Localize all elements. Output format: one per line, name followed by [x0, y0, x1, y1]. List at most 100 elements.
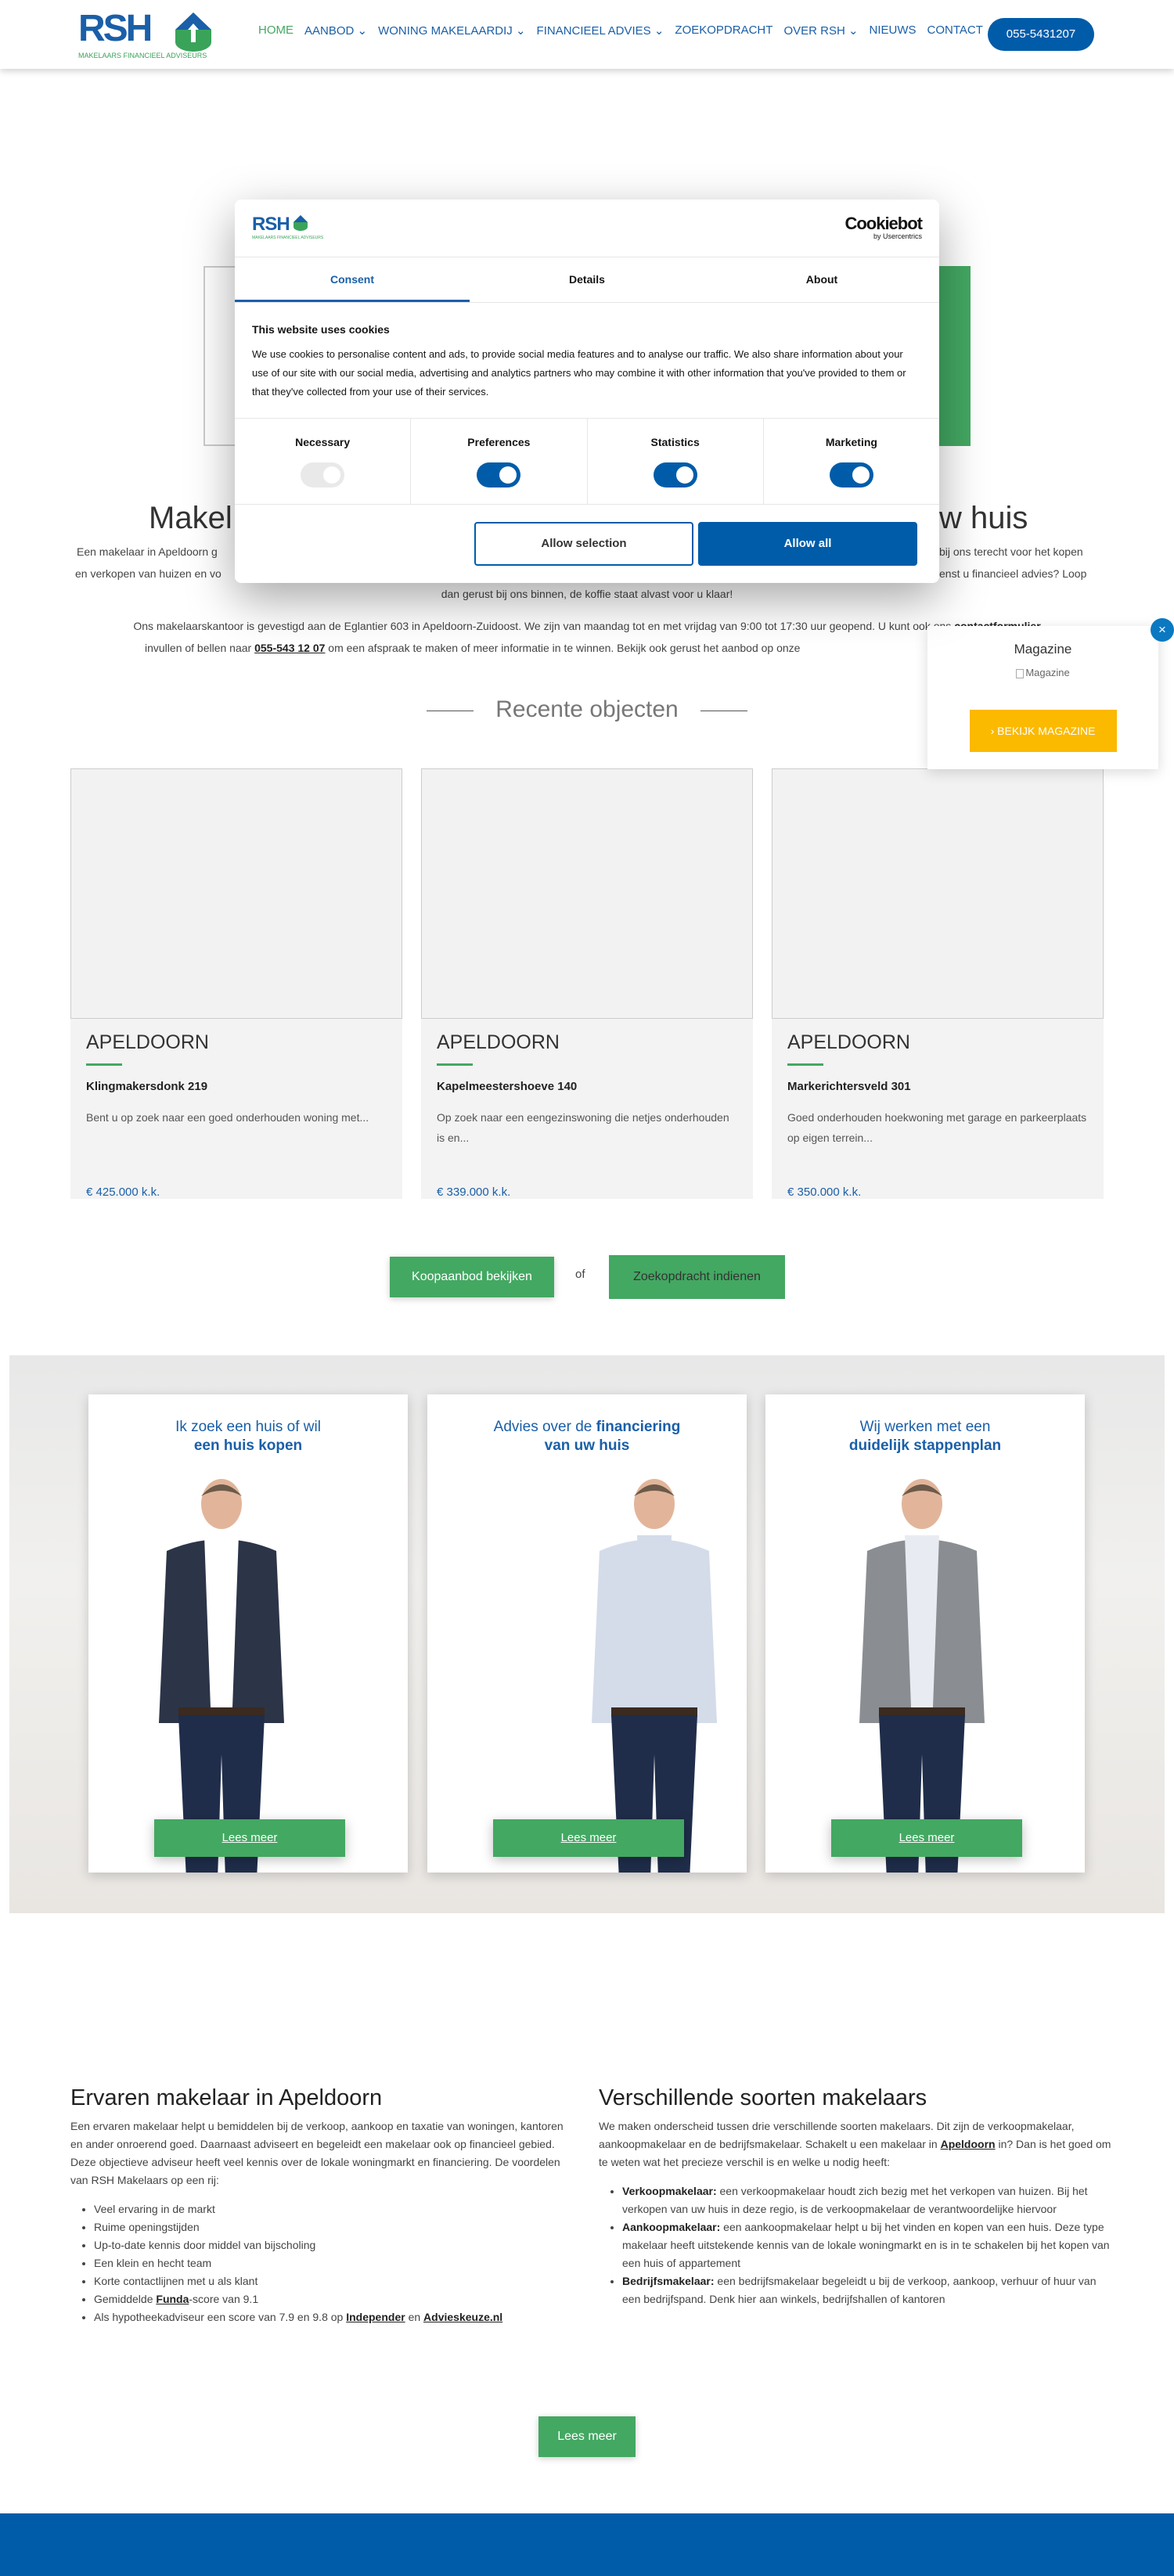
service-title: Ik zoek een huis of wil een huis kopen — [88, 1418, 408, 1455]
service-title: Advies over de financiering van uw huis — [427, 1418, 747, 1455]
list-item: Veel ervaring in de markt — [94, 2200, 571, 2218]
list-item: Als hypotheekadviseur een score van 7.9 … — [94, 2308, 571, 2326]
read-more-button[interactable]: Lees meer — [831, 1819, 1022, 1857]
magazine-widget: Magazine Magazine › BEKIJK MAGAZINE — [927, 626, 1158, 769]
hero-title-left: Makel — [149, 501, 232, 535]
category-label: Preferences — [467, 436, 531, 448]
read-more-button[interactable]: Lees meer — [154, 1819, 345, 1857]
hero-text: Een makelaar in Apeldoorn g — [77, 545, 218, 558]
listing-description: Op zoek naar een eengezinswoning die net… — [437, 1111, 729, 1144]
listing-address[interactable]: Markerichtersveld 301 — [787, 1080, 1088, 1093]
listing-description: Bent u op zoek naar een goed onderhouden… — [86, 1111, 369, 1124]
or-label: of — [575, 1268, 585, 1281]
tab-about[interactable]: About — [704, 257, 939, 302]
dialog-tabs: Consent Details About — [235, 257, 939, 303]
submit-search-button[interactable]: Zoekopdracht indienen — [609, 1255, 785, 1299]
text: Gemiddelde — [94, 2293, 157, 2305]
phone-link[interactable]: 055-543 12 07 — [254, 642, 325, 654]
rsh-logo[interactable]: RSH MAKELAARS FINANCIEEL ADVISEURS — [78, 8, 215, 63]
logo-text: RSH — [252, 214, 290, 235]
nav-item[interactable]: FINANCIEEL ADVIES ⌄ — [537, 23, 664, 38]
toggle-switch[interactable] — [477, 462, 521, 487]
hero-text: enst u financieel advies? Loop — [939, 567, 1087, 580]
person-photo — [859, 1479, 985, 1873]
list-item: Verkoopmakelaar: een verkoopmakelaar hou… — [622, 2182, 1111, 2218]
tab-details[interactable]: Details — [470, 257, 704, 302]
person-photo — [159, 1479, 284, 1873]
nav-item[interactable]: WONING MAKELAARDIJ ⌄ — [378, 23, 525, 38]
nav-item[interactable]: NIEUWS — [870, 23, 917, 38]
paragraph: We maken onderscheid tussen drie verschi… — [599, 2117, 1111, 2171]
list-item: Aankoopmakelaar: een aankoopmakelaar hel… — [622, 2218, 1111, 2272]
close-icon[interactable]: × — [1151, 618, 1174, 642]
tab-consent[interactable]: Consent — [235, 257, 470, 302]
cookiebot-logo[interactable]: Cookiebot by Usercentrics — [844, 214, 923, 241]
benefits-list: Veel ervaring in de marktRuime openingst… — [94, 2200, 571, 2326]
listing-address[interactable]: Klingmakersdonk 219 — [86, 1080, 387, 1093]
text: Ik zoek een huis of wil — [175, 1419, 321, 1435]
text: en — [405, 2311, 424, 2323]
hero-accent — [939, 266, 971, 446]
divider — [86, 1063, 122, 1066]
brand: Cookiebot — [844, 214, 923, 233]
listing-card[interactable]: APELDOORN Klingmakersdonk 219 Bent u op … — [70, 768, 402, 1199]
category-label: Necessary — [295, 436, 351, 448]
term: Verkoopmakelaar: — [622, 2185, 717, 2197]
independer-link[interactable]: Independer — [346, 2311, 405, 2323]
hero-title-right: w huis — [939, 501, 1028, 535]
listing-card[interactable]: APELDOORN Kapelmeestershoeve 140 Op zoek… — [421, 768, 753, 1199]
dialog-buttons: Allow selection Allow all — [474, 522, 917, 566]
allow-all-button[interactable]: Allow all — [698, 522, 917, 566]
magazine-image: Magazine — [927, 667, 1158, 678]
house-logo-icon — [294, 215, 308, 231]
listing-card[interactable]: APELDOORN Markerichtersveld 301 Goed ond… — [772, 768, 1104, 1199]
category-statistics: Statistics — [588, 419, 764, 504]
advieskeuze-link[interactable]: Advieskeuze.nl — [423, 2311, 502, 2323]
view-listings-button[interactable]: Koopaanbod bekijken — [390, 1257, 554, 1297]
hero-text: en verkopen van huizen en vo — [75, 567, 221, 580]
text: duidelijk stappenplan — [848, 1437, 1002, 1454]
button-label: BEKIJK MAGAZINE — [997, 725, 1096, 737]
listing-price: € 425.000 k.k. — [86, 1185, 160, 1199]
nav-item[interactable]: OVER RSH ⌄ — [783, 23, 858, 38]
text: -score van 9.1 — [189, 2293, 259, 2305]
heading-text: Recente objecten — [495, 696, 679, 722]
text: om een afspraak te maken of meer informa… — [325, 642, 801, 654]
nav-item[interactable]: CONTACT — [927, 23, 983, 38]
info-left: Ervaren makelaar in Apeldoorn Een ervare… — [70, 2085, 571, 2326]
list-item: Ruime openingstijden — [94, 2218, 571, 2236]
toggle-switch[interactable] — [653, 462, 697, 487]
hero-text: bij ons terecht voor het kopen — [939, 545, 1083, 558]
section-title: Ervaren makelaar in Apeldoorn — [70, 2085, 383, 2110]
nav-item[interactable]: HOME — [258, 23, 294, 38]
types-list: Verkoopmakelaar: een verkoopmakelaar hou… — [622, 2182, 1111, 2308]
read-more-button[interactable]: Lees meer — [493, 1819, 684, 1857]
dialog-body: This website uses cookies We use cookies… — [235, 303, 939, 419]
hero-text: dan gerust bij ons binnen, de koffie sta… — [441, 588, 733, 600]
magazine-title: Magazine — [1014, 642, 1072, 657]
apeldoorn-link[interactable]: Apeldoorn — [941, 2138, 996, 2150]
text: financiering — [596, 1419, 681, 1435]
read-more-button[interactable]: Lees meer — [538, 2416, 636, 2457]
view-magazine-button[interactable]: › BEKIJK MAGAZINE — [969, 710, 1117, 752]
list-item: Een klein en hecht team — [94, 2254, 571, 2272]
nav-item[interactable]: AANBOD ⌄ — [304, 23, 367, 38]
logo-sub: MAKELAARS FINANCIEEL ADVISEURS — [252, 236, 324, 240]
term: Aankoopmakelaar: — [622, 2221, 721, 2233]
dialog-heading: This website uses cookies — [252, 323, 390, 336]
phone-button[interactable]: 055-5431207 — [988, 18, 1094, 51]
listing-city: APELDOORN — [437, 1031, 560, 1053]
paragraph: Een ervaren makelaar helpt u bemiddelen … — [70, 2120, 564, 2186]
funda-link[interactable]: Funda — [156, 2293, 189, 2305]
listing-address[interactable]: Kapelmeestershoeve 140 — [437, 1080, 737, 1093]
allow-selection-button[interactable]: Allow selection — [474, 522, 693, 566]
text: een huis kopen — [193, 1437, 303, 1454]
toggle-switch[interactable] — [829, 462, 873, 487]
service-card: Wij werken met een duidelijk stappenplan … — [765, 1394, 1085, 1873]
listing-city: APELDOORN — [86, 1031, 209, 1053]
nav-item[interactable]: ZOEKOPDRACHT — [675, 23, 772, 38]
hero-paragraph-2b: invullen of bellen naar 055-543 12 07 om… — [145, 642, 800, 654]
list-item: Up-to-date kennis door middel van bijsch… — [94, 2236, 571, 2254]
chevron-right-icon: › — [990, 725, 998, 737]
listing-image — [70, 768, 402, 1019]
